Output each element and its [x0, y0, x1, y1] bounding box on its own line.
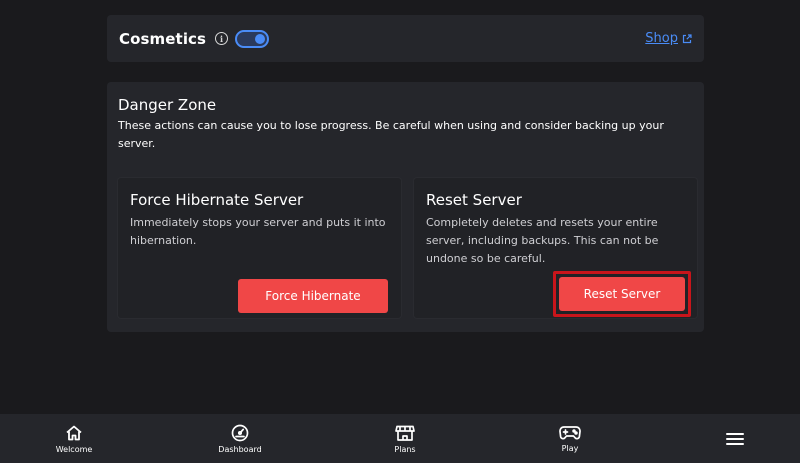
external-link-icon	[682, 33, 692, 44]
nav-item-plans[interactable]: Plans	[385, 414, 425, 463]
cosmetics-card: Cosmetics i Shop	[107, 15, 704, 62]
info-icon[interactable]: i	[215, 32, 229, 45]
toggle-knob	[255, 33, 266, 44]
home-icon	[65, 424, 83, 442]
hamburger-menu-button[interactable]	[720, 414, 750, 463]
page: Cosmetics i Shop Danger Zone These actio…	[0, 0, 800, 463]
store-icon	[395, 424, 415, 442]
danger-zone-description: These actions can cause you to lose prog…	[118, 119, 664, 150]
reset-server-highlight: Reset Server	[553, 271, 691, 317]
nav-item-play[interactable]: Play	[550, 414, 590, 463]
danger-zone-title: Danger Zone	[118, 96, 217, 114]
nav-item-welcome[interactable]: Welcome	[52, 414, 96, 463]
force-hibernate-button[interactable]: Force Hibernate	[238, 279, 388, 313]
nav-label-welcome: Welcome	[55, 444, 93, 454]
reset-server-title: Reset Server	[426, 191, 522, 209]
force-hibernate-card: Force Hibernate Server Immediately stops…	[118, 178, 401, 318]
gamepad-icon	[559, 425, 581, 441]
shop-link[interactable]: Shop	[645, 31, 692, 46]
nav-label-plans: Plans	[394, 444, 416, 454]
cosmetics-title: Cosmetics	[119, 29, 207, 48]
hamburger-menu-icon	[725, 431, 745, 447]
danger-zone-card: Danger Zone These actions can cause you …	[107, 82, 704, 332]
cosmetics-toggle[interactable]	[235, 29, 270, 48]
reset-server-description: Completely deletes and resets your entir…	[426, 216, 659, 265]
reset-server-card: Reset Server Completely deletes and rese…	[414, 178, 697, 318]
speedometer-icon	[231, 424, 249, 442]
nav-item-dashboard[interactable]: Dashboard	[214, 414, 266, 463]
nav-label-dashboard: Dashboard	[218, 444, 262, 454]
reset-server-button[interactable]: Reset Server	[559, 277, 685, 311]
force-hibernate-description: Immediately stops your server and puts i…	[130, 216, 386, 247]
bottom-nav: Welcome Dashboard Plans Play	[0, 414, 800, 463]
nav-label-play: Play	[561, 443, 579, 453]
shop-link-label: Shop	[645, 31, 678, 46]
force-hibernate-title: Force Hibernate Server	[130, 191, 304, 209]
